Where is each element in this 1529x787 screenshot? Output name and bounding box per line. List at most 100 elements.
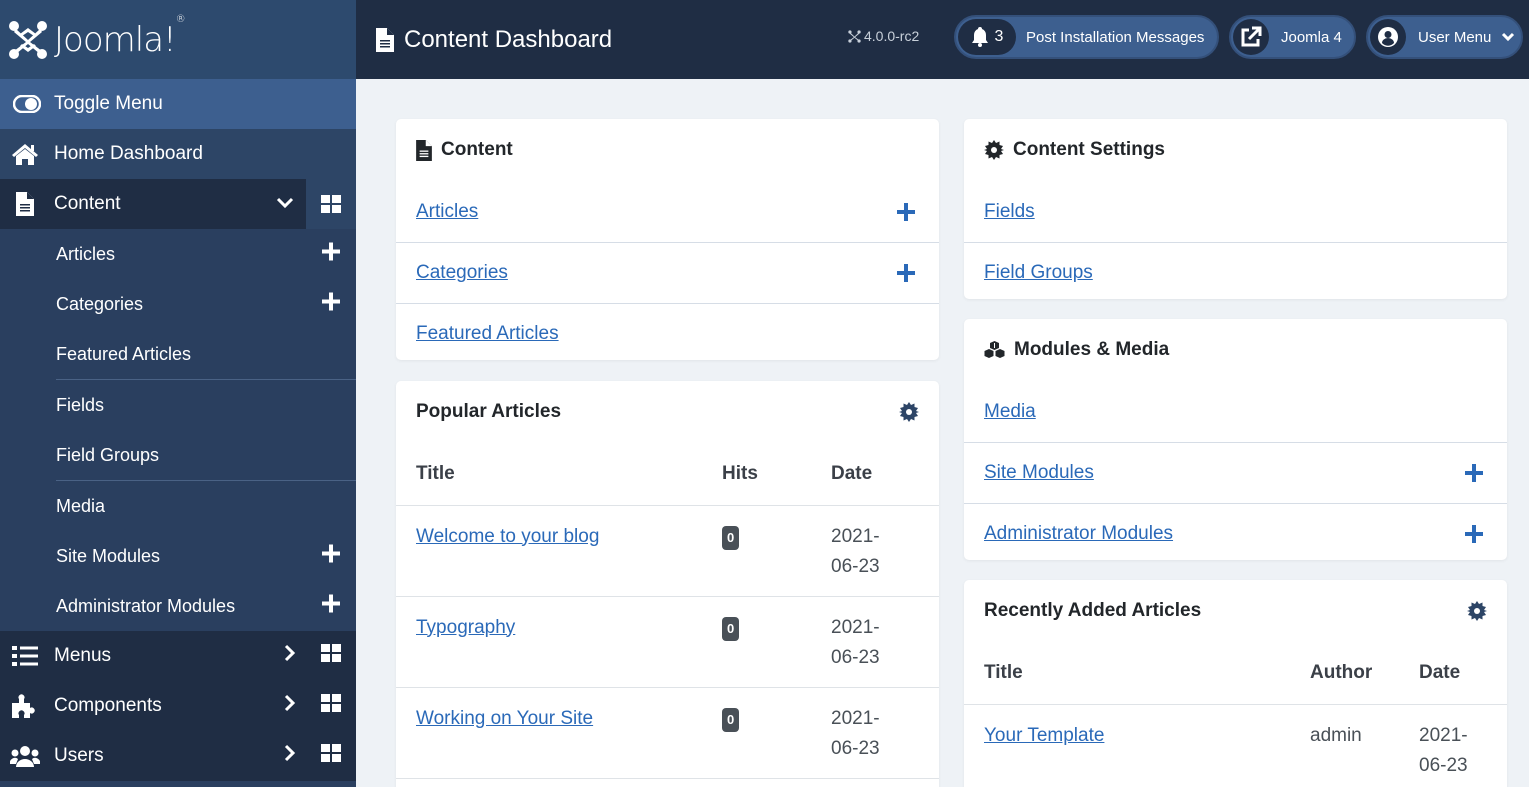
- add-site-module-icon[interactable]: [322, 544, 340, 568]
- card-header: Content: [396, 119, 939, 181]
- notification-count-text: 3: [994, 28, 1004, 45]
- content-link-row: Categories: [396, 242, 939, 303]
- sidebar-subitem-categories[interactable]: Categories: [0, 279, 356, 329]
- column-header[interactable]: Date: [1419, 642, 1507, 704]
- sidebar-subitem-label: Categories: [56, 293, 144, 314]
- modules-link-row: Administrator Modules: [964, 503, 1507, 564]
- field-groups-link[interactable]: Field Groups: [984, 262, 1093, 284]
- sidebar-subitem-label: Articles: [56, 243, 116, 264]
- sidebar-subitem-label: Site Modules: [56, 545, 161, 566]
- view-site-label: Joomla 4: [1281, 28, 1342, 46]
- toggle-menu-button[interactable]: Toggle Menu: [0, 79, 356, 129]
- media-link[interactable]: Media: [984, 401, 1036, 423]
- notification-count: 3: [958, 19, 1016, 55]
- sidebar-item-content[interactable]: Content: [0, 179, 306, 229]
- add-admin-module-icon[interactable]: [322, 594, 340, 618]
- article-title-link[interactable]: Working on Your Site: [416, 708, 593, 729]
- date-cell: 2021- 06-23: [1419, 724, 1468, 776]
- add-admin-module-icon[interactable]: [1465, 525, 1483, 543]
- article-title-link[interactable]: Typography: [416, 617, 515, 638]
- categories-link[interactable]: Categories: [416, 262, 508, 284]
- chevron-down-icon: [1501, 32, 1515, 42]
- post-installation-messages-button[interactable]: 3 Post Installation Messages: [954, 15, 1219, 59]
- table-row: Typography 0 2021- 06-23: [396, 596, 939, 687]
- featured-articles-link[interactable]: Featured Articles: [416, 323, 559, 345]
- external-link-icon: [1241, 26, 1262, 47]
- column-header[interactable]: Date: [831, 443, 939, 505]
- dashboard-grid-icon[interactable]: [321, 694, 341, 718]
- column-header[interactable]: Title: [964, 642, 1310, 704]
- sidebar-item-users[interactable]: Users: [0, 731, 356, 781]
- hits-badge: 0: [722, 616, 740, 641]
- sidebar-item-label: Components: [54, 695, 162, 716]
- gear-icon[interactable]: [1467, 601, 1487, 621]
- fields-link[interactable]: Fields: [984, 201, 1035, 223]
- settings-link-row: Field Groups: [964, 242, 1507, 303]
- sidebar-item-menus[interactable]: Menus: [0, 631, 356, 681]
- content-link-row: Featured Articles: [396, 303, 939, 364]
- sidebar-subitem-label: Featured Articles: [56, 343, 192, 364]
- file-icon: [376, 27, 394, 52]
- home-icon: [10, 142, 40, 166]
- gear-icon: [984, 140, 1004, 160]
- content-submenu: Articles Categories Featured Articles Fi…: [0, 229, 356, 631]
- column-header[interactable]: Author: [1310, 642, 1419, 704]
- file-icon: [10, 192, 40, 216]
- date-cell: 2021- 06-23: [831, 525, 880, 577]
- content-card: Content Articles Categories Featured Art…: [396, 119, 939, 360]
- column-header[interactable]: Hits: [722, 443, 831, 505]
- content-dashboard-button[interactable]: [306, 179, 356, 229]
- article-title-link[interactable]: Welcome to your blog: [416, 526, 599, 547]
- user-menu-button[interactable]: User Menu: [1366, 15, 1523, 59]
- sidebar-item-components[interactable]: Components: [0, 681, 356, 731]
- sidebar-subitem-label: Administrator Modules: [56, 595, 236, 616]
- sidebar-subitem-field-groups[interactable]: Field Groups: [0, 430, 356, 480]
- chevron-down-icon[interactable]: [276, 193, 294, 215]
- sidebar-subitem-fields[interactable]: Fields: [0, 380, 356, 430]
- sidebar-subitem-site-modules[interactable]: Site Modules: [0, 531, 356, 581]
- modules-link-row: Site Modules: [964, 442, 1507, 503]
- sidebar: Joomla!® Toggle Menu Home Dashboard Cont…: [0, 0, 356, 787]
- articles-link[interactable]: Articles: [416, 201, 478, 223]
- chevron-right-icon[interactable]: [284, 744, 296, 768]
- add-article-icon[interactable]: [322, 242, 340, 266]
- gear-icon[interactable]: [899, 402, 919, 422]
- add-category-icon[interactable]: [322, 292, 340, 316]
- user-menu-label: User Menu: [1418, 28, 1492, 46]
- popular-articles-table: Title Hits Date Welcome to your blog 0 2…: [396, 443, 939, 787]
- sidebar-item-label: Home Dashboard: [54, 143, 203, 164]
- joomla-logo-icon: [9, 20, 47, 59]
- dashboard-grid-icon[interactable]: [321, 644, 341, 668]
- article-title-link[interactable]: Your Template: [984, 725, 1104, 746]
- chevron-right-icon[interactable]: [284, 644, 296, 668]
- settings-link-row: Fields: [964, 181, 1507, 242]
- sidebar-subitem-media[interactable]: Media: [0, 481, 356, 531]
- logo[interactable]: Joomla!®: [0, 0, 356, 79]
- hits-badge: 0: [722, 525, 740, 550]
- sidebar-item-label: Users: [54, 745, 104, 766]
- table-row: Working on Your Site 0 2021- 06-23: [396, 687, 939, 778]
- add-article-icon[interactable]: [897, 202, 915, 221]
- card-header: Content Settings: [964, 119, 1507, 181]
- recent-articles-table: Title Author Date Your Template admin 20…: [964, 642, 1507, 787]
- add-site-module-icon[interactable]: [1465, 464, 1483, 482]
- sidebar-item-label: Content: [54, 193, 121, 214]
- joomla-small-icon: [848, 29, 861, 43]
- sidebar-item-home-dashboard[interactable]: Home Dashboard: [0, 129, 356, 179]
- cubes-icon: [984, 341, 1005, 359]
- modules-link-row: Media: [964, 381, 1507, 442]
- sidebar-subitem-featured-articles[interactable]: Featured Articles: [0, 329, 356, 379]
- post-installation-label: Post Installation Messages: [1026, 28, 1205, 46]
- card-title: Popular Articles: [416, 401, 562, 422]
- add-category-icon[interactable]: [897, 264, 915, 282]
- date-cell: 2021- 06-23: [831, 616, 880, 668]
- view-site-button[interactable]: Joomla 4: [1229, 15, 1356, 59]
- dashboard-grid-icon[interactable]: [321, 744, 341, 768]
- column-header[interactable]: Title: [396, 443, 722, 505]
- site-modules-link[interactable]: Site Modules: [984, 462, 1094, 484]
- dashboard-grid-icon: [321, 195, 341, 213]
- sidebar-subitem-administrator-modules[interactable]: Administrator Modules: [0, 581, 356, 631]
- administrator-modules-link[interactable]: Administrator Modules: [984, 523, 1173, 545]
- sidebar-subitem-articles[interactable]: Articles: [0, 229, 356, 279]
- chevron-right-icon[interactable]: [284, 694, 296, 718]
